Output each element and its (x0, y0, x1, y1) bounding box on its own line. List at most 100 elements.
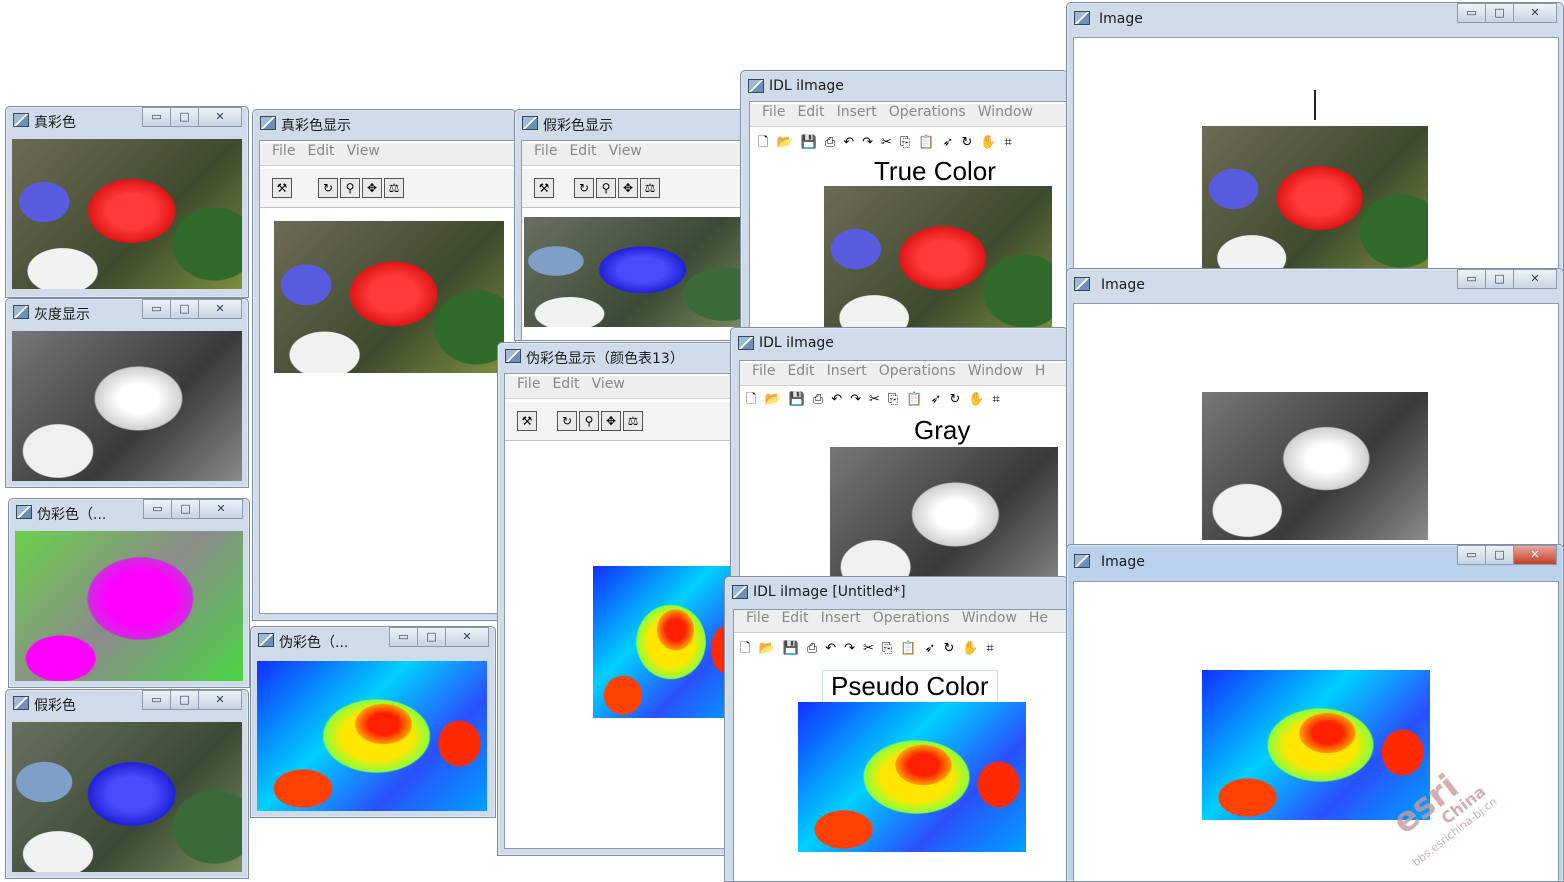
title-bar[interactable]: IDL iImage [Untitled*] (725, 577, 1067, 603)
title-bar[interactable]: 伪彩色显示（颜色表13） (498, 343, 733, 369)
menu-insert[interactable]: Insert (827, 363, 867, 379)
minimize-button[interactable]: ▭ (1457, 3, 1486, 23)
new-icon[interactable]: 🗋 (758, 135, 768, 150)
minimize-button[interactable]: ▭ (142, 690, 171, 710)
undo-icon[interactable]: ↶ (831, 392, 842, 407)
open-icon[interactable]: 📂 (776, 135, 792, 150)
maximize-button[interactable]: □ (417, 627, 446, 647)
undo-icon[interactable]: ↶ (843, 135, 854, 150)
minimize-button[interactable]: ▭ (142, 299, 171, 319)
title-bar[interactable]: Image ▭ □ ✕ (1067, 545, 1563, 571)
title-bar[interactable]: 假彩色 ▭ □ ✕ (6, 690, 248, 716)
open-icon[interactable]: 📂 (758, 641, 774, 656)
zoom-icon[interactable]: ⚲ (340, 178, 360, 198)
menu-edit[interactable]: Edit (797, 104, 824, 120)
title-bar[interactable]: 真彩色显示 (253, 110, 515, 136)
minimize-button[interactable]: ▭ (389, 627, 418, 647)
zoom-icon[interactable]: ⚲ (596, 178, 616, 198)
pseudo-display-window[interactable]: 伪彩色显示（颜色表13） File Edit View ⚒ ↻ ⚲ ✥ ⚖ (497, 342, 734, 856)
print-icon[interactable]: ⎙ (813, 392, 823, 407)
cut-icon[interactable]: ✂ (881, 135, 892, 150)
redo-icon[interactable]: ↷ (862, 135, 873, 150)
title-bar[interactable]: 伪彩色（... ▭ □ ✕ (251, 627, 495, 653)
menu-edit[interactable]: Edit (781, 610, 808, 626)
maximize-button[interactable]: □ (170, 690, 199, 710)
menu-file[interactable]: File (746, 610, 769, 626)
paste-icon[interactable]: 📋 (900, 641, 916, 656)
crop-icon[interactable]: ⌗ (987, 641, 994, 656)
false-color-display-window[interactable]: 假彩色显示 File Edit View ⚒ ↻ ⚲ ✥ ⚖ (514, 109, 748, 341)
measure-icon[interactable]: ⚖ (623, 411, 643, 431)
minimize-button[interactable]: ▭ (1457, 545, 1486, 565)
menu-file[interactable]: File (762, 104, 785, 120)
title-bar[interactable]: 灰度显示 ▭ □ ✕ (6, 299, 248, 325)
menu-view[interactable]: View (609, 143, 642, 159)
pan-icon[interactable]: ✋ (968, 392, 984, 407)
small-gray-window[interactable]: 灰度显示 ▭ □ ✕ (5, 298, 249, 488)
close-button[interactable]: ✕ (198, 107, 242, 127)
measure-icon[interactable]: ⚖ (384, 178, 404, 198)
maximize-button[interactable]: □ (1485, 545, 1514, 565)
save-icon[interactable]: 💾 (783, 641, 799, 656)
title-bar[interactable]: 假彩色显示 (515, 110, 747, 136)
true-color-display-window[interactable]: 真彩色显示 File Edit View ⚒ ↻ ⚲ ✥ ⚖ (252, 109, 516, 621)
menu-operations[interactable]: Operations (879, 363, 956, 379)
menu-insert[interactable]: Insert (821, 610, 861, 626)
pan-icon[interactable]: ✋ (962, 641, 978, 656)
select-arrow-icon[interactable]: ➶ (931, 392, 942, 407)
pan-icon[interactable]: ✥ (362, 178, 382, 198)
menu-window[interactable]: Window (968, 363, 1023, 379)
tool-icon[interactable]: ⚒ (534, 178, 554, 198)
title-bar[interactable]: 真彩色 ▭ □ ✕ (6, 107, 248, 133)
title-bar[interactable]: Image ▭ □ ✕ (1067, 3, 1563, 29)
image-window-1[interactable]: Image ▭ □ ✕ (1066, 2, 1564, 274)
maximize-button[interactable]: □ (170, 107, 199, 127)
menu-view[interactable]: View (592, 376, 625, 392)
maximize-button[interactable]: □ (170, 299, 199, 319)
menu-view[interactable]: View (347, 143, 380, 159)
close-button[interactable]: ✕ (1513, 545, 1557, 565)
menu-file[interactable]: File (272, 143, 295, 159)
redo-icon[interactable]: ↷ (844, 641, 855, 656)
paste-icon[interactable]: 📋 (918, 135, 934, 150)
idl-pseudo-window[interactable]: IDL iImage [Untitled*] File Edit Insert Ope… (724, 576, 1068, 882)
close-button[interactable]: ✕ (199, 499, 243, 519)
rotate-icon[interactable]: ↻ (943, 641, 954, 656)
pan-icon[interactable]: ✥ (618, 178, 638, 198)
rotate-icon[interactable]: ↻ (961, 135, 972, 150)
menu-operations[interactable]: Operations (873, 610, 950, 626)
cut-icon[interactable]: ✂ (863, 641, 874, 656)
save-icon[interactable]: 💾 (789, 392, 805, 407)
copy-icon[interactable]: ⎘ (888, 392, 898, 407)
menu-file[interactable]: File (534, 143, 557, 159)
zoom-icon[interactable]: ⚲ (579, 411, 599, 431)
title-bar[interactable]: 伪彩色（... ▭ □ ✕ (9, 499, 249, 525)
copy-icon[interactable]: ⎘ (900, 135, 910, 150)
crop-icon[interactable]: ⌗ (1005, 135, 1012, 150)
measure-icon[interactable]: ⚖ (640, 178, 660, 198)
close-button[interactable]: ✕ (198, 690, 242, 710)
menu-window[interactable]: Window (962, 610, 1017, 626)
small-false-color-window[interactable]: 假彩色 ▭ □ ✕ (5, 689, 249, 879)
minimize-button[interactable]: ▭ (1457, 269, 1486, 289)
crop-icon[interactable]: ⌗ (993, 392, 1000, 407)
tool-icon[interactable]: ⚒ (517, 411, 537, 431)
image-window-2[interactable]: Image ▭ □ ✕ (1066, 268, 1564, 548)
close-button[interactable]: ✕ (1513, 3, 1557, 23)
rotate-icon[interactable]: ↻ (318, 178, 338, 198)
copy-icon[interactable]: ⎘ (882, 641, 892, 656)
pan-icon[interactable]: ✥ (601, 411, 621, 431)
select-arrow-icon[interactable]: ➶ (925, 641, 936, 656)
menu-edit[interactable]: Edit (787, 363, 814, 379)
maximize-button[interactable]: □ (1485, 269, 1514, 289)
title-bar[interactable]: Image ▭ □ ✕ (1067, 269, 1563, 295)
rotate-icon[interactable]: ↻ (574, 178, 594, 198)
close-button[interactable]: ✕ (445, 627, 489, 647)
title-bar[interactable]: IDL iImage (741, 71, 1067, 97)
pseudo-small-window-2[interactable]: 伪彩色（... ▭ □ ✕ (250, 626, 496, 818)
menu-edit[interactable]: Edit (569, 143, 596, 159)
menu-operations[interactable]: Operations (889, 104, 966, 120)
menu-help[interactable]: H (1035, 363, 1046, 379)
title-bar[interactable]: IDL iImage (731, 328, 1067, 354)
minimize-button[interactable]: ▭ (143, 499, 172, 519)
